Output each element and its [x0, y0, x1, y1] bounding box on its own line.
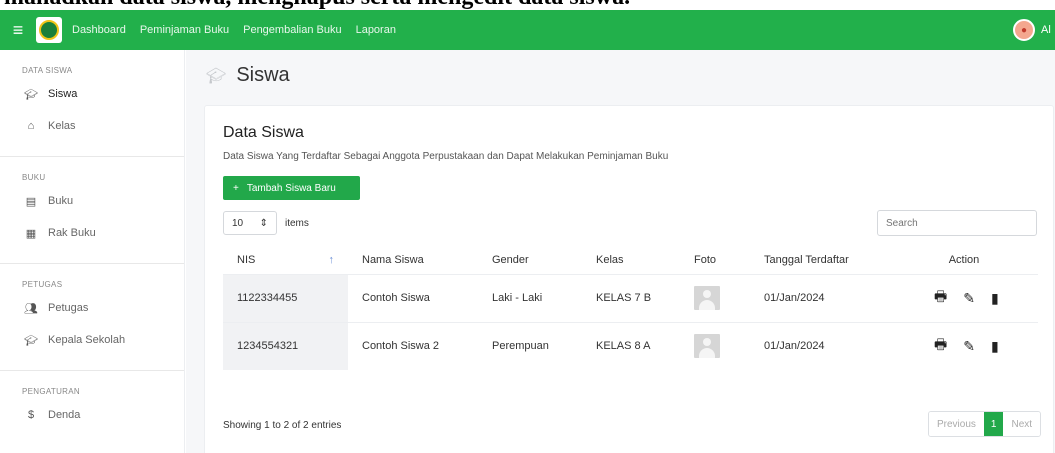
cell-kelas: KELAS 7 B [582, 273, 680, 322]
sidebar-item-label: Denda [48, 409, 81, 421]
col-gender[interactable]: Gender [478, 246, 582, 274]
pagination: Previous 1 Next [928, 411, 1042, 437]
page-length-control: 10 ⇕ items [223, 211, 309, 235]
chevron-updown-icon: ⇕ [259, 217, 268, 229]
sidebar-item-kelas[interactable]: ⌂ Kelas [0, 110, 184, 142]
avatar[interactable]: ● [1013, 19, 1035, 41]
students-table: NIS ↑ Nama Siswa Gender Kelas Foto Tangga… [223, 246, 1038, 370]
sidebar-item-label: Siswa [48, 88, 78, 100]
cell-nama: Contoh Siswa [348, 273, 478, 322]
book-icon: ▤ [25, 195, 37, 208]
sidebar-section-petugas: PETUGAS [22, 280, 63, 289]
page-title: 🎓︎ Siswa [206, 64, 290, 87]
sidebar-item-label: Kelas [48, 120, 76, 132]
cell-nis: 1122334455 [223, 273, 348, 322]
cell-actions: 🖶︎ ✎ ▮ [890, 273, 1038, 322]
sidebar-item-rak-buku[interactable]: ▦ Rak Buku [0, 217, 184, 249]
sidebar-item-buku[interactable]: ▤ Buku [0, 185, 184, 217]
photo-placeholder-icon[interactable] [694, 334, 720, 359]
sidebar-section-buku: BUKU [22, 173, 46, 182]
sidebar-divider [0, 370, 184, 371]
nav-peminjaman-buku[interactable]: Peminjaman Buku [140, 24, 229, 36]
sidebar-divider [0, 263, 184, 264]
col-nis[interactable]: NIS ↑ [223, 246, 348, 274]
next-button[interactable]: Next [1003, 412, 1041, 436]
card-title: Data Siswa [223, 124, 304, 141]
sidebar-item-siswa[interactable]: 🎓︎ Siswa [0, 78, 184, 110]
cell-actions: 🖶︎ ✎ ▮ [890, 321, 1038, 370]
page-1-button[interactable]: 1 [983, 412, 1004, 436]
graduation-cap-icon: 🎓︎ [24, 334, 38, 347]
sidebar-item-petugas[interactable]: 👥︎ Petugas [0, 292, 184, 324]
edit-icon[interactable]: ✎ [963, 338, 975, 355]
sidebar-item-label: Rak Buku [48, 227, 96, 239]
col-kelas[interactable]: Kelas [582, 246, 680, 274]
table-row: 1122334455 Contoh Siswa Laki - Laki KELA… [223, 273, 1038, 322]
previous-button[interactable]: Previous [929, 412, 984, 436]
table-header-row: NIS ↑ Nama Siswa Gender Kelas Foto Tangga… [223, 246, 1038, 274]
users-icon: 👥︎ [24, 302, 38, 315]
nav-dashboard[interactable]: Dashboard [72, 24, 126, 36]
sidebar-item-label: Kepala Sekolah [48, 334, 126, 346]
cell-kelas: KELAS 8 A [582, 321, 680, 370]
col-tanggal[interactable]: Tanggal Terdaftar [750, 246, 890, 274]
top-navbar: ≡ Dashboard Peminjaman Buku Pengembalian… [0, 10, 1055, 50]
user-menu[interactable]: ● Al [1013, 10, 1055, 50]
emblem-icon [39, 20, 59, 40]
main-content: 🎓︎ Siswa Data Siswa Data Siswa Yang Terd… [186, 50, 1055, 453]
page-length-value: 10 [232, 217, 244, 229]
trash-icon[interactable]: ▮ [991, 290, 999, 307]
add-student-button[interactable]: + Tambah Siswa Baru [223, 176, 360, 200]
hamburger-icon[interactable]: ≡ [0, 10, 36, 50]
col-foto[interactable]: Foto [680, 246, 750, 274]
col-action: Action [948, 253, 980, 266]
sidebar-section-pengaturan: PENGATURAN [22, 387, 80, 396]
cell-tanggal: 01/Jan/2024 [750, 321, 890, 370]
sort-asc-icon: ↑ [328, 253, 335, 266]
sidebar-item-denda[interactable]: $ Denda [0, 399, 184, 431]
print-icon[interactable]: 🖶︎ [934, 286, 947, 310]
sidebar-divider [0, 156, 184, 157]
edit-icon[interactable]: ✎ [963, 290, 975, 307]
table-info: Showing 1 to 2 of 2 entries [223, 420, 342, 431]
data-siswa-card: Data Siswa Data Siswa Yang Terdaftar Seb… [204, 105, 1054, 453]
add-student-label: Tambah Siswa Baru [246, 182, 336, 194]
sidebar-item-kepala-sekolah[interactable]: 🎓︎ Kepala Sekolah [0, 324, 184, 356]
top-nav: Dashboard Peminjaman Buku Pengembalian B… [72, 24, 410, 36]
cell-foto [680, 273, 750, 322]
search-input[interactable] [877, 210, 1037, 236]
cell-foto [680, 321, 750, 370]
sidebar-item-label: Buku [48, 195, 74, 207]
sidebar: DATA SISWA 🎓︎ Siswa ⌂ Kelas BUKU ▤ Buku … [0, 50, 185, 453]
page-length-select[interactable]: 10 ⇕ [223, 211, 277, 235]
graduation-cap-icon: 🎓︎ [206, 67, 227, 85]
trash-icon[interactable]: ▮ [991, 338, 999, 355]
cell-gender: Laki - Laki [478, 273, 582, 322]
cell-tanggal: 01/Jan/2024 [750, 273, 890, 322]
sidebar-section-data-siswa: DATA SISWA [22, 66, 73, 75]
shelf-icon: ▦ [25, 227, 37, 240]
school-logo[interactable] [36, 17, 62, 43]
cell-nama: Contoh Siswa 2 [348, 321, 478, 370]
page-title-text: Siswa [236, 64, 290, 86]
graduation-cap-icon: 🎓︎ [24, 88, 38, 101]
add-user-icon: + [233, 182, 239, 194]
photo-placeholder-icon[interactable] [694, 286, 720, 310]
print-icon[interactable]: 🖶︎ [934, 334, 947, 358]
home-icon: ⌂ [27, 120, 35, 132]
card-subtitle: Data Siswa Yang Terdaftar Sebagai Anggot… [223, 151, 669, 162]
nav-pengembalian-buku[interactable]: Pengembalian Buku [243, 24, 341, 36]
page-length-label: items [285, 217, 309, 229]
money-icon: $ [27, 409, 35, 421]
col-nama[interactable]: Nama Siswa [348, 246, 478, 274]
user-name[interactable]: Al [1041, 24, 1055, 36]
sidebar-item-label: Petugas [48, 302, 89, 314]
caption-text: mahadkan data siswa, menghapus serta men… [4, 0, 630, 10]
cell-gender: Perempuan [478, 321, 582, 370]
col-nis-label: NIS [237, 253, 256, 266]
cell-nis: 1234554321 [223, 321, 348, 370]
nav-laporan[interactable]: Laporan [356, 24, 396, 36]
caption-fragment: mahadkan data siswa, menghapus serta men… [0, 0, 1055, 10]
table-row: 1234554321 Contoh Siswa 2 Perempuan KELA… [223, 321, 1038, 370]
